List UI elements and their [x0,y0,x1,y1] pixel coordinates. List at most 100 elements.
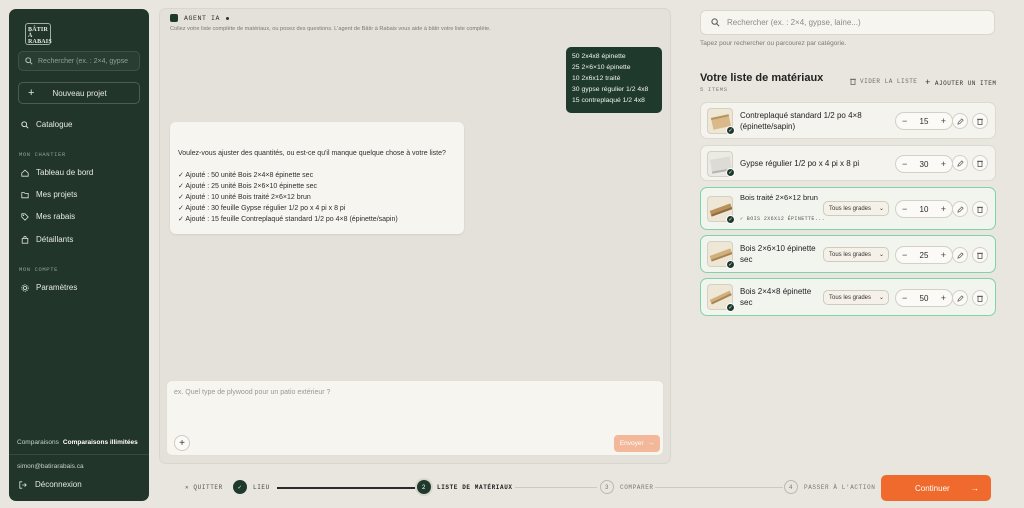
agent-message-line: ✓ Ajouté : 50 unité Bois 2×4×8 épinette … [178,172,314,179]
delete-button[interactable] [972,201,988,217]
delete-button[interactable] [972,113,988,129]
trash-icon [977,206,983,213]
decrement-button[interactable]: − [902,293,907,303]
sidebar-item-settings[interactable]: Paramètres [21,283,77,292]
item-name: Bois traité 2×6×12 brun [740,193,818,202]
status-dot-icon [226,16,230,20]
chat-input-placeholder[interactable]: ex. Quel type de plywood pour un patio e… [174,389,330,396]
send-button[interactable]: Envoyer → [614,435,660,452]
logout-label: Déconnexion [35,480,82,489]
sidebar-item-rebates[interactable]: Mes rabais [21,212,75,221]
sidebar-item-label: Paramètres [36,283,78,292]
chevron-down-icon: ⌄ [878,206,884,212]
progress-line [655,487,783,488]
edit-button[interactable] [952,155,968,171]
comparisons-label: Comparaisons [17,439,59,446]
agent-message-line: ✓ Ajouté : 15 feuille Contreplaqué stand… [178,216,398,223]
step-location[interactable]: ✓ LIEU [233,480,270,494]
sidebar-item-projects[interactable]: Mes projets [21,190,77,199]
grade-select[interactable]: Tous les grades ⌄ [823,290,889,305]
trash-icon [977,295,983,302]
section-compte: MON COMPTE [19,266,59,273]
add-item-button[interactable]: + AJOUTER UN ITEM [925,78,996,88]
sidebar-item-label: Détaillants [36,235,74,244]
sidebar: BÂTIR À RABAIS Rechercher (ex. : 2×4, gyps… [9,9,149,501]
agent-message-line: ✓ Ajouté : 30 feuille Gypse régulier 1/2… [178,205,346,212]
sidebar-item-catalogue[interactable]: Catalogue [21,120,72,129]
new-project-button[interactable]: + Nouveau projet [18,82,140,104]
quantity-value[interactable]: 10 [920,205,929,214]
grade-select[interactable]: Tous les grades ⌄ [823,247,889,262]
grade-select[interactable]: Tous les grades ⌄ [823,201,889,216]
quit-button[interactable]: ✕ QUITTER [185,484,223,491]
list-item[interactable]: ✓ Gypse régulier 1/2 po x 4 pi x 8 pi − … [700,145,996,181]
list-item[interactable]: ✓ Bois 2×6×10 épinette sec Tous les grad… [700,235,996,273]
step-number: 2 [417,480,431,494]
increment-button[interactable]: + [941,204,946,214]
decrement-button[interactable]: − [902,250,907,260]
edit-button[interactable] [952,113,968,129]
materials-search-input[interactable]: Rechercher (ex. : 2×4, gypse, laine...) [727,18,861,27]
agent-icon [170,14,178,22]
pencil-icon [956,205,964,213]
quantity-stepper[interactable]: − 25 + [895,246,953,264]
increment-button[interactable]: + [941,116,946,126]
quantity-stepper[interactable]: − 30 + [895,155,953,173]
materials-panel: Rechercher (ex. : 2×4, gypse, laine...) … [690,0,1024,465]
quantity-stepper[interactable]: − 15 + [895,112,953,130]
logo[interactable]: BÂTIR À RABAIS [25,23,52,45]
increment-button[interactable]: + [941,250,946,260]
chat-input[interactable]: ex. Quel type de plywood pour un patio e… [166,380,664,456]
step-number: ✓ [233,480,247,494]
chat-subtitle: Collez votre liste complète de matériaux… [170,26,491,32]
list-item[interactable]: ✓ Bois 2×4×8 épinette sec Tous les grade… [700,278,996,316]
edit-button[interactable] [952,290,968,306]
sidebar-search-input[interactable]: Rechercher (ex. : 2×4, gypse [38,58,128,65]
decrement-button[interactable]: − [902,159,907,169]
edit-button[interactable] [952,201,968,217]
trash-icon [977,160,983,167]
quantity-value[interactable]: 30 [920,160,929,169]
quantity-value[interactable]: 25 [920,251,929,260]
step-label: COMPARER [620,483,654,491]
list-item[interactable]: ✓ Contreplaqué standard 1/2 po 4×8 (épin… [700,102,996,139]
clear-list-button[interactable]: VIDER LA LISTE [850,78,917,85]
sidebar-item-retailers[interactable]: Détaillants [21,235,73,244]
grade-value: Tous les grades [829,205,872,212]
user-message-line: 30 gypse régulier 1/2 4x8 [572,86,649,93]
attach-button[interactable]: + [174,435,190,451]
step-label: LIEU [253,483,270,491]
edit-button[interactable] [952,247,968,263]
decrement-button[interactable]: − [902,116,907,126]
step-action[interactable]: 4 PASSER À L'ACTION [784,480,875,494]
trash-icon [977,118,983,125]
continue-button[interactable]: Continuer → [881,475,991,501]
delete-button[interactable] [972,290,988,306]
logout-button[interactable]: Déconnexion [19,480,82,489]
increment-button[interactable]: + [941,293,946,303]
sidebar-item-dashboard[interactable]: Tableau de bord [21,168,93,177]
list-item[interactable]: ✓ Bois traité 2×6×12 brun ✓ BOIS 2X6X12 … [700,187,996,230]
delete-button[interactable] [972,155,988,171]
search-icon [711,18,720,27]
divider [9,454,149,455]
list-title: Votre liste de matériaux [700,72,824,84]
quantity-stepper[interactable]: − 50 + [895,289,953,307]
plus-icon: + [179,437,185,449]
step-compare[interactable]: 3 COMPARER [600,480,654,494]
sidebar-item-label: Mes projets [36,190,78,199]
delete-button[interactable] [972,247,988,263]
decrement-button[interactable]: − [902,204,907,214]
plus-icon: + [925,78,931,88]
materials-search[interactable]: Rechercher (ex. : 2×4, gypse, laine...) [700,10,995,35]
increment-button[interactable]: + [941,159,946,169]
step-materials[interactable]: 2 LISTE DE MATÉRIAUX [417,480,513,494]
user-message: 50 2x4x8 épinette 25 2×6×10 épinette 10 … [566,47,662,113]
quantity-value[interactable]: 50 [920,294,929,303]
chat-panel: AGENT IA Collez votre liste complète de … [159,8,671,464]
chat-header: AGENT IA [170,14,230,22]
sidebar-search[interactable]: Rechercher (ex. : 2×4, gypse [18,51,140,71]
quantity-value[interactable]: 15 [920,117,929,126]
quantity-stepper[interactable]: − 10 + [895,200,953,218]
arrow-right-icon: → [971,483,979,493]
